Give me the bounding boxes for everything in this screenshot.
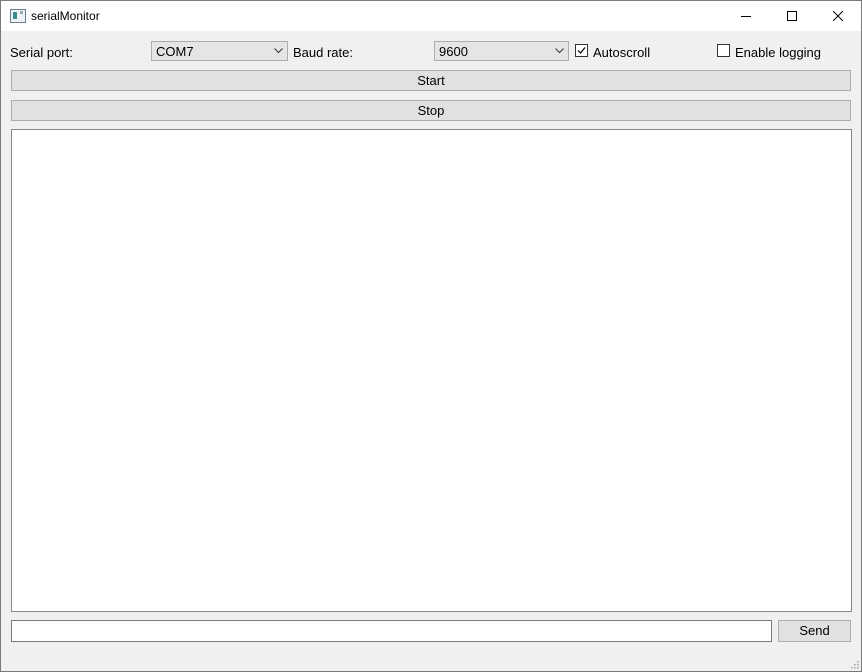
serial-port-select[interactable]: COM7 bbox=[151, 41, 288, 61]
title-bar[interactable]: serialMonitor bbox=[1, 1, 861, 31]
stop-button[interactable]: Stop bbox=[11, 100, 851, 121]
close-icon bbox=[833, 11, 843, 21]
maximize-icon bbox=[787, 11, 797, 21]
maximize-button[interactable] bbox=[769, 1, 815, 31]
serial-output-area[interactable] bbox=[11, 129, 852, 612]
baud-rate-label: Baud rate: bbox=[293, 45, 353, 60]
enable-logging-checkbox[interactable] bbox=[717, 44, 730, 57]
baud-rate-value: 9600 bbox=[439, 44, 468, 59]
enable-logging-label[interactable]: Enable logging bbox=[735, 45, 821, 60]
serial-monitor-window: serialMonitor Serial port: COM7 Baud rat… bbox=[0, 0, 862, 672]
chevron-down-icon bbox=[274, 48, 283, 54]
autoscroll-label[interactable]: Autoscroll bbox=[593, 45, 650, 60]
start-button[interactable]: Start bbox=[11, 70, 851, 91]
resize-grip-icon[interactable] bbox=[849, 659, 859, 669]
serial-port-label: Serial port: bbox=[10, 45, 73, 60]
send-input[interactable] bbox=[11, 620, 772, 642]
app-window-icon bbox=[10, 9, 26, 23]
minimize-button[interactable] bbox=[723, 1, 769, 31]
baud-rate-select[interactable]: 9600 bbox=[434, 41, 569, 61]
checkmark-icon bbox=[577, 47, 586, 54]
window-title: serialMonitor bbox=[31, 9, 100, 23]
close-button[interactable] bbox=[815, 1, 861, 31]
chevron-down-icon bbox=[555, 48, 564, 54]
serial-port-value: COM7 bbox=[156, 44, 194, 59]
send-button[interactable]: Send bbox=[778, 620, 851, 642]
autoscroll-checkbox[interactable] bbox=[575, 44, 588, 57]
minimize-icon bbox=[741, 16, 751, 17]
